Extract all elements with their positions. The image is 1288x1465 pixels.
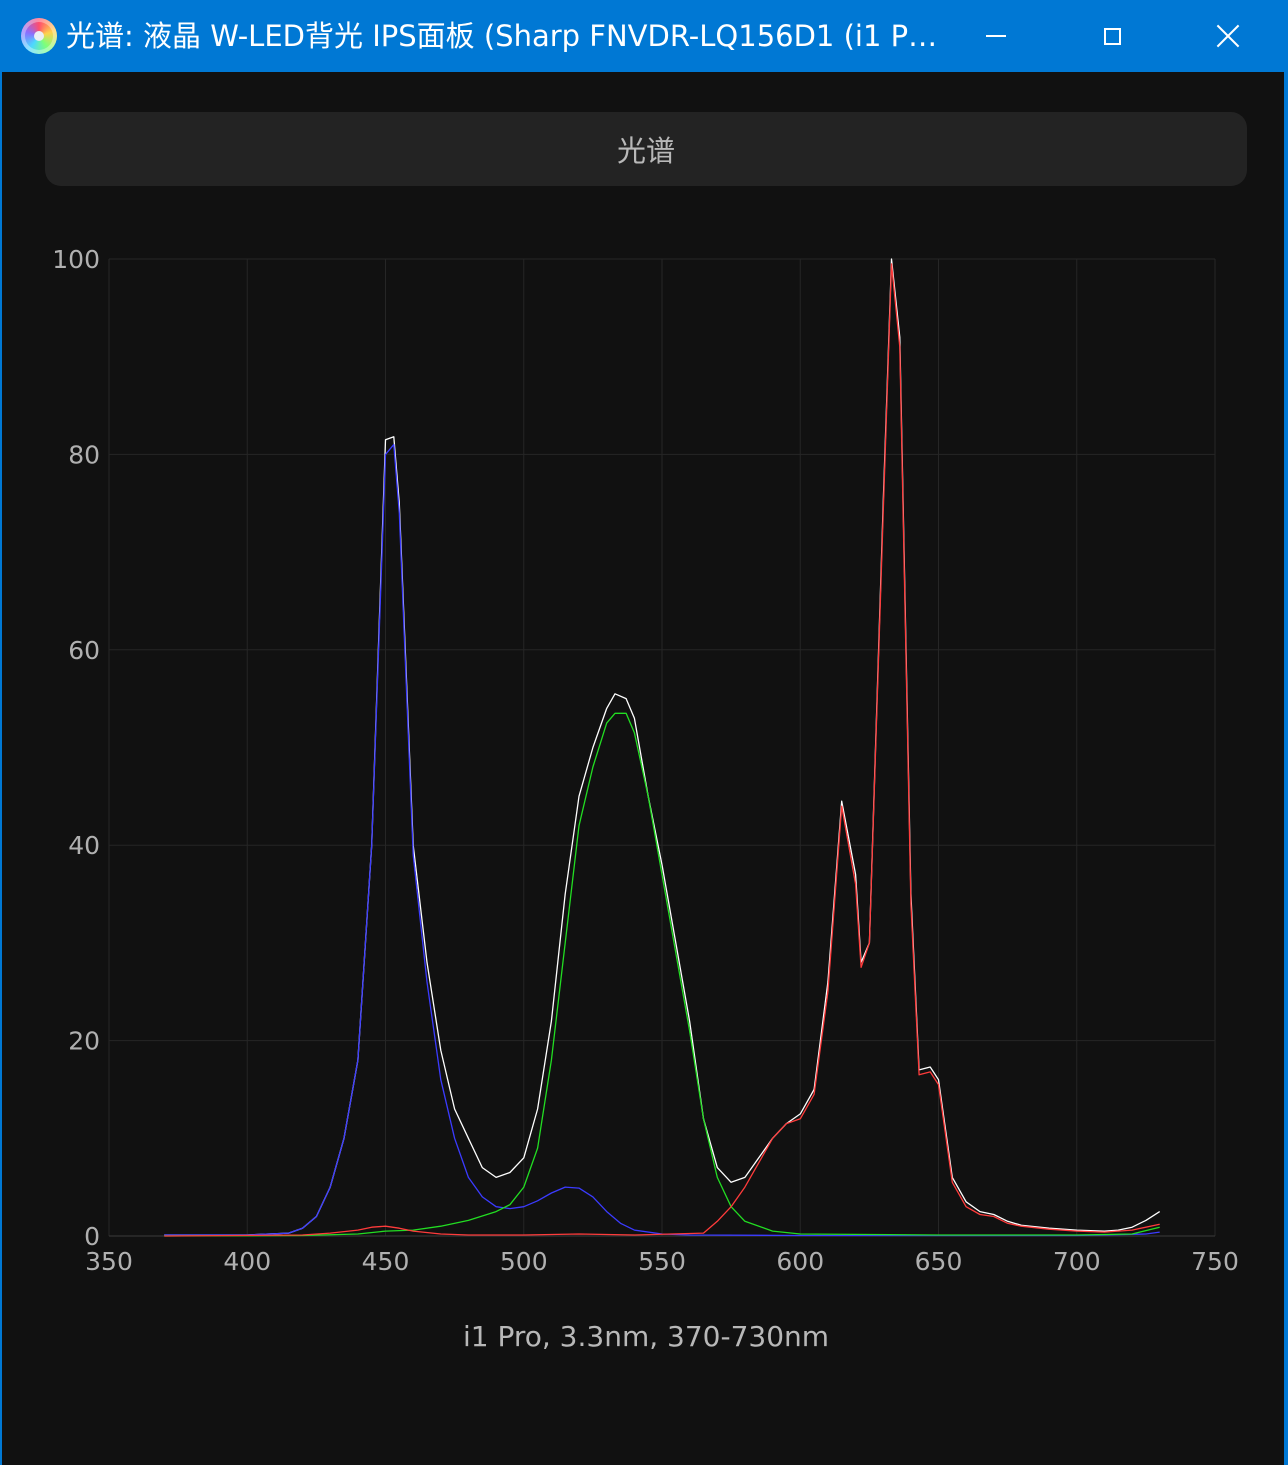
minimize-icon — [986, 35, 1006, 37]
title-bar[interactable]: 光谱: 液晶 W-LED背光 IPS面板 (Sharp FNVDR-LQ156D… — [2, 0, 1288, 72]
window-border — [1284, 72, 1286, 1465]
y-tick-label: 80 — [68, 440, 100, 469]
spectrum-window: 光谱: 液晶 W-LED背光 IPS面板 (Sharp FNVDR-LQ156D… — [0, 0, 1288, 1465]
x-tick-label: 400 — [223, 1247, 271, 1276]
maximize-button[interactable] — [1054, 0, 1170, 72]
close-button[interactable] — [1170, 0, 1286, 72]
x-tick-label: 650 — [915, 1247, 963, 1276]
spectrum-chart: 0 20 40 60 80 100 350 400 450 500 550 600 650 700 750 — [2, 240, 1288, 1300]
minimize-button[interactable] — [938, 0, 1054, 72]
x-tick-label: 350 — [85, 1247, 133, 1276]
x-tick-label: 750 — [1191, 1247, 1239, 1276]
maximize-icon — [1103, 27, 1121, 45]
x-tick-label: 700 — [1053, 1247, 1101, 1276]
close-icon — [1216, 24, 1240, 48]
x-tick-label: 600 — [776, 1247, 824, 1276]
y-tick-label: 60 — [68, 636, 100, 665]
spectrum-chart-svg: 020406080100350 400 450 500 550 600 650 700 750 — [52, 245, 1239, 1276]
spectrum-disc-icon — [21, 18, 57, 54]
tab-spectrum-label: 光谱 — [616, 134, 675, 168]
tab-spectrum[interactable]: 光谱 — [45, 112, 1247, 186]
x-tick-label: 550 — [638, 1247, 686, 1276]
x-tick-label: 450 — [362, 1247, 410, 1276]
window-title: 光谱: 液晶 W-LED背光 IPS面板 (Sharp FNVDR-LQ156D… — [66, 19, 938, 53]
y-tick-label: 20 — [68, 1027, 100, 1056]
instrument-label: i1 Pro, 3.3nm, 370-730nm — [462, 1320, 830, 1353]
y-tick-label: 40 — [68, 831, 100, 860]
y-tick-label: 100 — [52, 245, 100, 274]
x-tick-label: 500 — [500, 1247, 548, 1276]
